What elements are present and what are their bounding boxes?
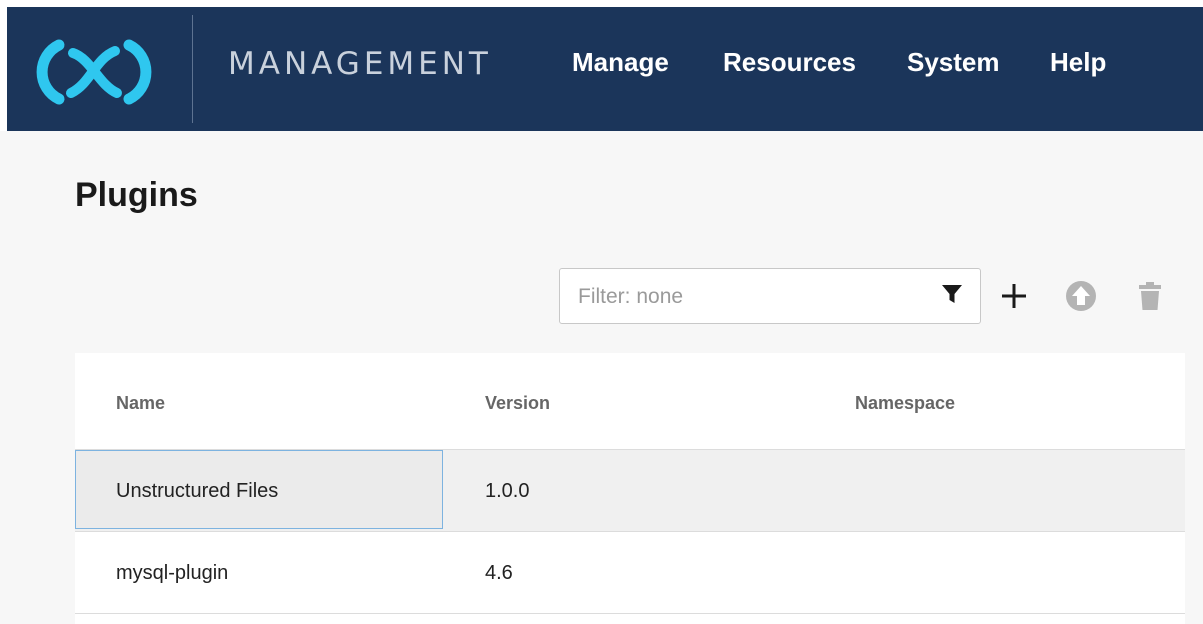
funnel-icon[interactable] (941, 282, 963, 306)
top-navigation-bar: MANAGEMENT Manage Resources System Help (7, 7, 1203, 131)
nav-help[interactable]: Help (1050, 47, 1106, 78)
upload-arrow-icon[interactable] (1064, 279, 1098, 313)
cell-name: mysql-plugin (116, 562, 229, 584)
filter-input[interactable] (578, 283, 918, 311)
table-row[interactable]: mysql-plugin 4.6 (75, 532, 1185, 614)
filter-field[interactable] (559, 268, 981, 324)
trash-icon[interactable] (1138, 281, 1162, 311)
cell-version: 4.6 (485, 562, 513, 584)
page-title: Plugins (75, 176, 198, 214)
column-header-version[interactable]: Version (485, 393, 550, 414)
column-header-namespace[interactable]: Namespace (855, 393, 955, 414)
plugins-table: Name Version Namespace Unstructured File… (75, 353, 1185, 624)
main-content: Plugins Name Version Namespace (0, 131, 1203, 624)
nav-resources[interactable]: Resources (723, 47, 856, 78)
app-window: MANAGEMENT Manage Resources System Help … (0, 0, 1203, 624)
table-row[interactable]: Unstructured Files 1.0.0 (75, 450, 1185, 532)
plus-icon[interactable] (999, 281, 1029, 311)
cell-name: Unstructured Files (116, 480, 279, 502)
logo-divider (192, 15, 193, 123)
app-title: MANAGEMENT (228, 46, 492, 82)
column-header-name[interactable]: Name (116, 393, 165, 414)
row-divider (75, 613, 1185, 614)
brand-logo[interactable] (29, 37, 159, 107)
cell-version: 1.0.0 (485, 480, 530, 502)
nav-manage[interactable]: Manage (572, 47, 669, 78)
nav-system[interactable]: System (907, 47, 1000, 78)
